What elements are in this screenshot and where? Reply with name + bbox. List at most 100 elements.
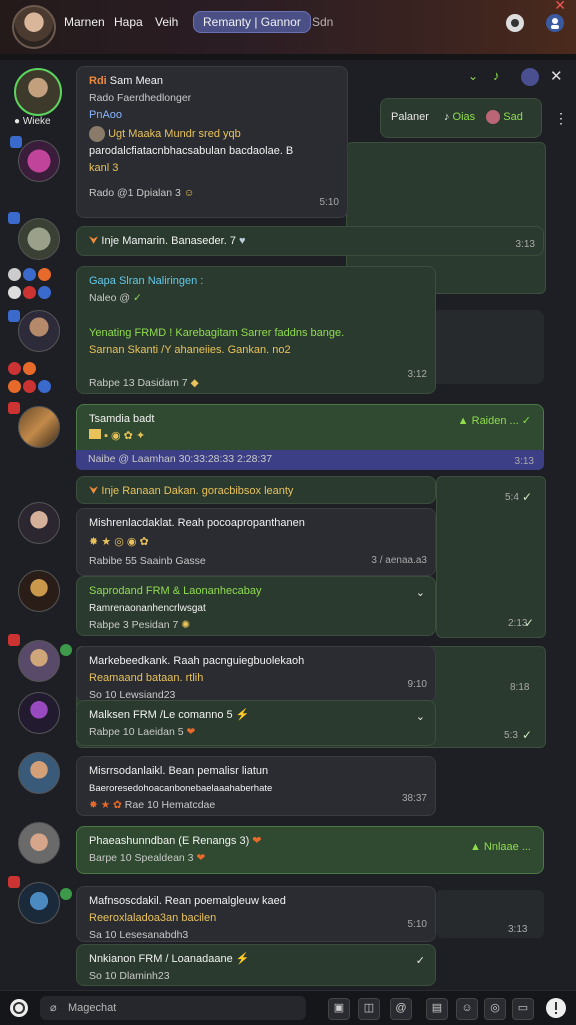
sender-avatar[interactable] — [18, 640, 60, 682]
sticker-icon[interactable]: ◫ — [358, 998, 380, 1020]
badge-icon — [8, 212, 20, 224]
message-card[interactable]: Mishrenlacdaklat. Reah pocoapropanthanen… — [76, 508, 436, 576]
chat-area: ● Wieke ⌄ ♪ ✕ Palaner ♪ Oias Sad ⋮ Rdi S… — [0, 60, 576, 990]
message-card[interactable]: Rdi Sam Mean Rado Faerdhedlonger PnAoo U… — [76, 66, 348, 218]
check-icon: ✓ — [415, 955, 425, 967]
tab-active[interactable]: Remanty | Gannor — [193, 11, 311, 33]
reaction-icon[interactable] — [8, 380, 21, 393]
msg-line: Malksen FRM /Le comanno 5 — [89, 709, 233, 721]
reaction-icon[interactable] — [38, 380, 51, 393]
sender-avatar[interactable] — [18, 218, 60, 260]
folder-icon[interactable]: ▭ — [512, 998, 534, 1020]
pinned-bar[interactable]: Palaner ♪ Oias Sad — [380, 98, 542, 138]
badge-icon — [10, 136, 22, 148]
nav-item-2[interactable]: Veih — [155, 15, 178, 29]
nav-extra-tab[interactable]: Sdn — [312, 15, 333, 29]
close-panel-icon[interactable]: ✕ — [550, 67, 563, 85]
arrow-icon: ⮟ — [89, 485, 99, 497]
reaction-icon[interactable] — [23, 268, 36, 281]
msg-time: 5:4 — [505, 492, 519, 503]
input-placeholder: Magechat — [68, 1002, 117, 1014]
reaction-group — [8, 380, 51, 393]
chevron-icon[interactable]: ⌄ — [468, 69, 478, 83]
msg-time: 38:37 — [401, 793, 427, 804]
flag-icon — [89, 429, 101, 439]
sender-avatar[interactable] — [18, 310, 60, 352]
message-card[interactable]: Markebeedkank. Raah pacnguiegbuolekaoh R… — [76, 646, 436, 702]
sender-avatar[interactable] — [18, 752, 60, 794]
msg-time-faded: 8:18 — [510, 682, 530, 693]
message-card[interactable]: Misrrsodanlaikl. Bean pemalisr liatun Ba… — [76, 756, 436, 816]
message-card[interactable]: Nnkianon FRM / Loanadaane ⚡ So 10 Dlamin… — [76, 944, 436, 986]
reply-label: Raiden ... — [471, 415, 519, 427]
user-avatar[interactable] — [12, 5, 56, 49]
badge-icon — [8, 634, 20, 646]
gif-icon[interactable]: ▣ — [328, 998, 350, 1020]
msg-body-1: Yenating FRMD ! Karebagitam Sarrer faddn… — [89, 327, 345, 339]
sender-avatar[interactable] — [18, 502, 60, 544]
status-dot-icon: ● — [14, 116, 21, 127]
sender-avatar[interactable] — [18, 570, 60, 612]
chevron-down-icon[interactable]: ⌄ — [416, 585, 425, 602]
sender-avatar[interactable] — [18, 692, 60, 734]
profile-name-row: ● Wieke — [14, 116, 51, 127]
comment-icon[interactable]: ◎ — [484, 998, 506, 1020]
msg-sender: Sam Mean — [109, 75, 163, 87]
msg-sub: Reamaand bataan. rtlih — [89, 672, 204, 684]
mode-icon[interactable] — [521, 68, 539, 86]
msg-time: 3:13 — [514, 456, 534, 467]
reaction-icon[interactable] — [23, 362, 36, 375]
bolt-icon: ⚡ — [235, 709, 250, 721]
profile-icon[interactable] — [546, 14, 564, 32]
alert-icon[interactable] — [546, 998, 566, 1018]
reaction-icon[interactable] — [23, 286, 36, 299]
sender-avatar[interactable] — [18, 406, 60, 448]
reaction-icon[interactable] — [38, 286, 51, 299]
message-card[interactable]: Saprodand FRM & Laonanhecabay Ramrenaona… — [76, 576, 436, 636]
composer-bar: ⌀ Magechat ▣ ◫ @ ▤ ☺ ◎ ▭ — [0, 990, 576, 1025]
attach-icon[interactable]: ⌀ — [50, 996, 57, 1020]
reaction-group — [8, 286, 51, 299]
heart-icon: ❤ — [252, 835, 262, 847]
reaction-icon[interactable] — [8, 268, 21, 281]
mention-icon[interactable]: @ — [390, 998, 412, 1020]
reaction-icon[interactable] — [38, 268, 51, 281]
nav-item-1[interactable]: Hapa — [114, 15, 143, 29]
msg-time: 3:13 — [515, 239, 535, 250]
sender-avatar[interactable] — [18, 882, 60, 924]
sender-avatar[interactable] — [18, 822, 60, 864]
msg-time: 9:10 — [407, 679, 427, 690]
close-icon[interactable]: ✕ — [554, 0, 566, 14]
message-card[interactable]: Tsamdia badt ▪ ◉ ✿ ✦ ▲ Raiden ... ✓ — [76, 404, 544, 454]
badge-icon — [8, 310, 20, 322]
chevron-down-icon[interactable]: ⌄ — [416, 709, 425, 726]
image-icon[interactable]: ▤ — [426, 998, 448, 1020]
msg-time: 5:10 — [407, 919, 427, 930]
reaction-icon[interactable] — [23, 380, 36, 393]
thumbs-up-icon: ▲ — [457, 415, 469, 427]
profile-name: Wieke — [22, 116, 51, 127]
sender-avatar[interactable] — [18, 140, 60, 182]
camera-icon[interactable] — [506, 14, 524, 32]
reaction-icon[interactable] — [8, 286, 21, 299]
profile-avatar[interactable] — [14, 68, 62, 116]
more-options-icon[interactable]: ⋮ — [554, 110, 568, 127]
message-input[interactable]: ⌀ Magechat — [40, 996, 306, 1020]
read-check-icon: ✓ — [524, 616, 535, 630]
message-card[interactable]: Gapa Slran Naliringen : Naleo @ ✓ Yenati… — [76, 266, 436, 394]
msg-line: Nnkianon FRM / Loanadaane — [89, 953, 233, 965]
message-card[interactable]: Malksen FRM /Le comanno 5 ⚡ Rabpe 10 Lae… — [76, 700, 436, 746]
heart-icon: ❤ — [186, 726, 196, 738]
music-note-icon[interactable]: ♪ — [493, 68, 500, 83]
message-inline[interactable]: ⮟ Inje Mamarin. Banaseder. 7 ♥ 3:13 — [76, 226, 544, 256]
message-inline[interactable]: ⮟ Inje Ranaan Dakan. goracbibsox leanty — [76, 476, 436, 504]
top-bar: Marnen Hapa Veih Remanty | Gannor Sdn ✕ — [0, 0, 576, 55]
message-card[interactable]: Phaeashunndban (E Renangs 3) ❤ Barpe 10 … — [76, 826, 544, 874]
smile-icon[interactable]: ☺ — [456, 998, 478, 1020]
reaction-icon[interactable] — [8, 362, 21, 375]
nav-item-0[interactable]: Marnen — [64, 15, 105, 29]
emoji-picker-icon[interactable] — [10, 999, 28, 1017]
emoji-icon: ☺ — [183, 187, 195, 199]
message-card[interactable]: Mafnsoscdakil. Rean poemalgleuw kaed Ree… — [76, 886, 436, 942]
check-icon: ✓ — [521, 415, 531, 427]
